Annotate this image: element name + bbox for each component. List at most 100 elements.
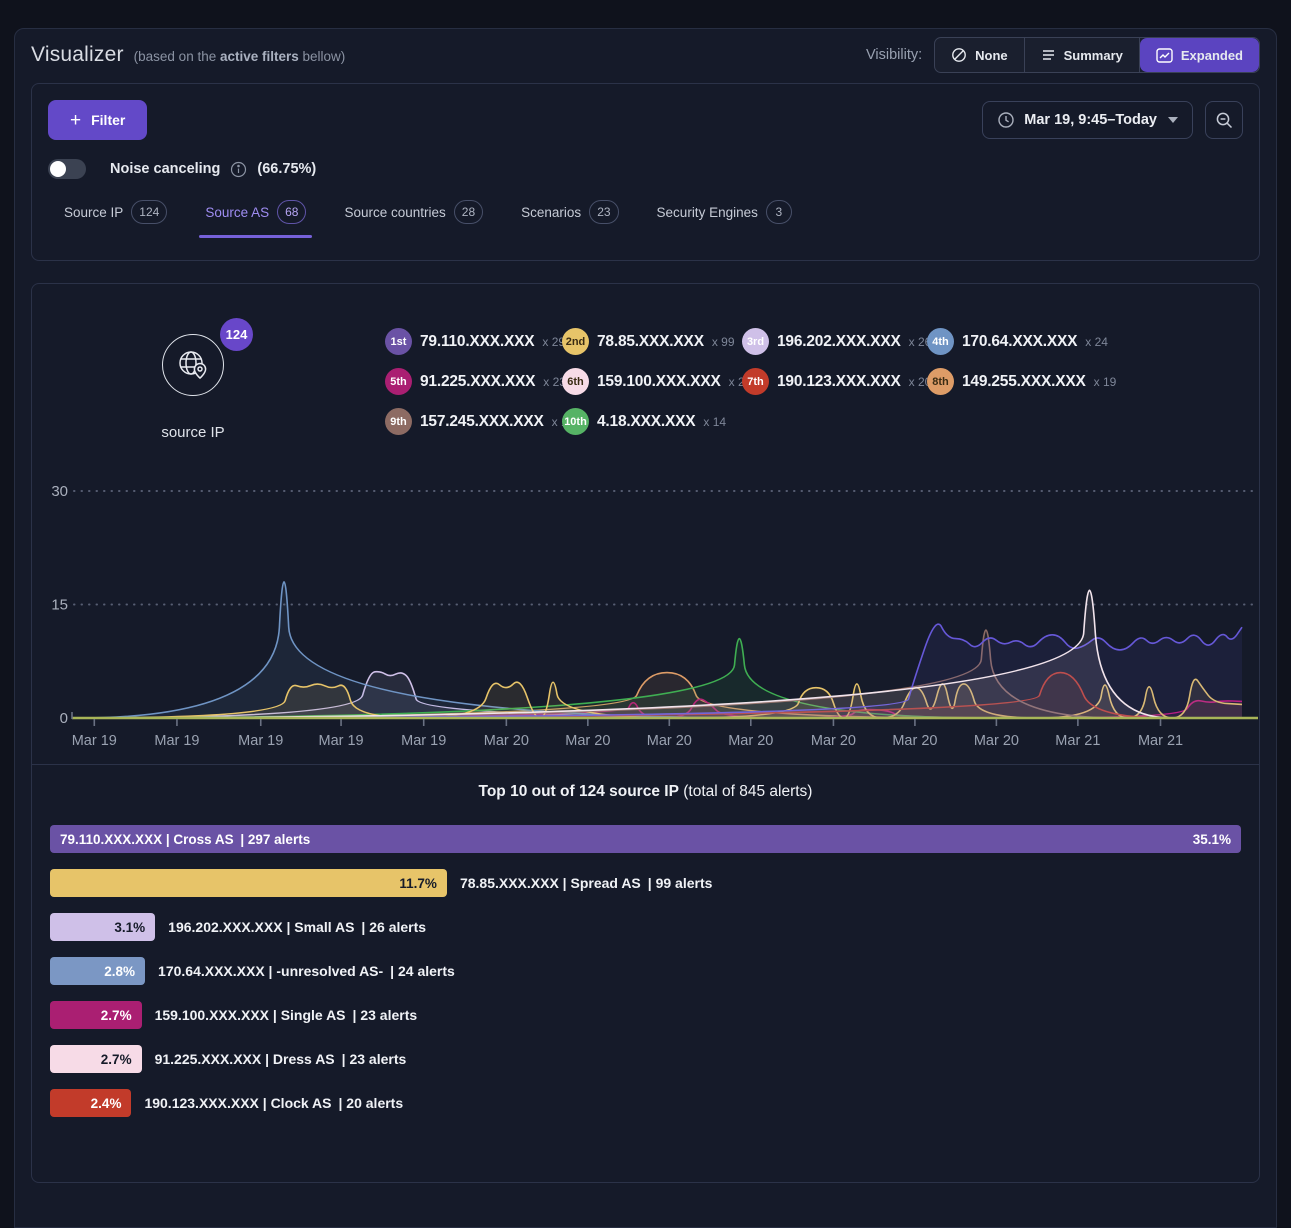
tab-label: Source countries <box>344 205 445 220</box>
bar-label: 159.100.XXX.XXX | Single AS | 23 alerts <box>155 1001 418 1029</box>
legend-chip-6th[interactable]: 6th159.100.XXX.XXXx 23 <box>562 368 742 395</box>
visibility-expanded-button[interactable]: Expanded <box>1140 38 1259 72</box>
top10-bar[interactable]: 2.4% <box>50 1089 131 1117</box>
filter-button-label: Filter <box>91 112 125 128</box>
add-filter-button[interactable]: + Filter <box>48 100 147 140</box>
tab-security-engines[interactable]: Security Engines3 <box>653 198 796 238</box>
legend-count: x 99 <box>712 335 735 349</box>
info-icon[interactable] <box>230 161 247 178</box>
bar-percent: 11.7% <box>399 876 437 891</box>
legend-ip: 149.255.XXX.XXX <box>962 373 1086 391</box>
visibility-option-label: None <box>975 48 1008 63</box>
clock-icon <box>997 111 1015 129</box>
tab-label: Security Engines <box>657 205 758 220</box>
tab-source-ip[interactable]: Source IP 124 <box>60 198 171 238</box>
legend-chip-5th[interactable]: 5th91.225.XXX.XXXx 23 <box>385 368 562 395</box>
top10-bar[interactable]: 2.8% <box>50 957 145 985</box>
top10-row: 79.110.XXX.XXX | Cross AS | 297 alerts35… <box>50 825 1241 853</box>
toggle-knob <box>50 161 66 177</box>
x-tick-label: Mar 19 <box>72 733 117 749</box>
date-range-picker[interactable]: Mar 19, 9:45–Today <box>982 101 1193 139</box>
zoom-out-search-button[interactable] <box>1205 101 1243 139</box>
x-tick-label: Mar 20 <box>565 733 610 749</box>
legend-ip: 91.225.XXX.XXX <box>420 373 535 391</box>
rank-badge: 4th <box>927 328 954 355</box>
rank-badge: 3rd <box>742 328 769 355</box>
legend-chip-8th[interactable]: 8th 149.255.XXX.XXX x 19 <box>927 368 1116 395</box>
card-header: Visualizer (based on the active filters … <box>31 29 1260 81</box>
entity-label: source IP <box>161 424 224 441</box>
legend-ip: 78.85.XXX.XXX <box>597 333 704 351</box>
top10-bar[interactable]: 2.7% <box>50 1045 142 1073</box>
bar-label: 190.123.XXX.XXX | Clock AS | 20 alerts <box>144 1089 403 1117</box>
top10-bar[interactable]: 79.110.XXX.XXX | Cross AS | 297 alerts35… <box>50 825 1241 853</box>
subtitle-prefix: (based on the <box>134 49 220 64</box>
tab-label: Scenarios <box>521 205 581 220</box>
date-range-value: Mar 19, 9:45–Today <box>1024 112 1157 128</box>
legend-ip: 157.245.XXX.XXX <box>420 413 544 431</box>
magnifier-minus-icon <box>1215 111 1234 130</box>
legend-chip-10th[interactable]: 10th4.18.XXX.XXXx 14 <box>562 408 742 435</box>
legend-chip-4th[interactable]: 4th170.64.XXX.XXXx 24 <box>927 328 1116 355</box>
legend-ip: 79.110.XXX.XXX <box>420 333 534 351</box>
visibility-option-label: Expanded <box>1181 48 1243 63</box>
x-tick-label: Mar 20 <box>892 733 937 749</box>
tab-count-badge: 124 <box>131 200 167 224</box>
legend-chip-9th[interactable]: 9th157.245.XXX.XXXx 16 <box>385 408 562 435</box>
x-tick-label: Mar 20 <box>484 733 529 749</box>
top10-bars: 79.110.XXX.XXX | Cross AS | 297 alerts35… <box>50 825 1241 1117</box>
bar-percent: 2.4% <box>91 1096 122 1111</box>
x-tick-label: Mar 20 <box>974 733 1019 749</box>
y-tick-label: 30 <box>51 483 68 500</box>
y-tick-label: 0 <box>60 710 68 727</box>
visibility-none-button[interactable]: None <box>935 38 1025 72</box>
legend-chip-2nd[interactable]: 2nd 78.85.XXX.XXX x 99 <box>562 328 742 355</box>
page-subtitle: (based on the active filters bellow) <box>134 49 346 64</box>
top10-bar[interactable]: 11.7% <box>50 869 447 897</box>
plus-icon: + <box>70 111 81 130</box>
tab-scenarios[interactable]: Scenarios23 <box>517 198 622 238</box>
legend-ip: 190.123.XXX.XXX <box>777 373 901 391</box>
tab-source-as[interactable]: Source AS68 <box>201 198 310 238</box>
rank-badge: 8th <box>927 368 954 395</box>
x-tick-label: Mar 19 <box>154 733 199 749</box>
line-chart-icon <box>1156 48 1173 63</box>
visibility-option-label: Summary <box>1064 48 1123 63</box>
x-tick-label: Mar 21 <box>1138 733 1183 749</box>
filter-panel: + Filter Mar 19, 9:45–Today <box>31 83 1260 261</box>
rank-badge: 2nd <box>562 328 589 355</box>
legend-chip-7th[interactable]: 7th190.123.XXX.XXXx 20 <box>742 368 927 395</box>
slash-circle-icon <box>951 47 967 63</box>
rank-badge: 5th <box>385 368 412 395</box>
legend-count: x 14 <box>703 415 726 429</box>
top10-title-rest: (total of 845 alerts) <box>679 783 813 800</box>
bar-percent: 2.7% <box>101 1008 132 1023</box>
visualizer-card: Visualizer (based on the active filters … <box>14 28 1277 1228</box>
x-tick-label: Mar 19 <box>318 733 363 749</box>
legend-ip: 170.64.XXX.XXX <box>962 333 1077 351</box>
legend-chip-3rd[interactable]: 3rd196.202.XXX.XXXx 26 <box>742 328 927 355</box>
top10-bar[interactable]: 2.7% <box>50 1001 142 1029</box>
x-tick-label: Mar 19 <box>401 733 446 749</box>
bar-percent: 2.7% <box>101 1052 132 1067</box>
noise-canceling-toggle[interactable] <box>48 159 86 179</box>
bar-label: 78.85.XXX.XXX | Spread AS | 99 alerts <box>460 869 712 897</box>
visibility-label: Visibility: <box>866 47 922 63</box>
chevron-down-icon <box>1168 117 1178 123</box>
top10-row: 3.1%196.202.XXX.XXX | Small AS | 26 aler… <box>50 913 1241 941</box>
legend-count: x 19 <box>1094 375 1117 389</box>
bar-percent: 35.1% <box>1193 832 1231 847</box>
visibility-summary-button[interactable]: Summary <box>1025 38 1140 72</box>
legend-ip: 4.18.XXX.XXX <box>597 413 695 431</box>
page-title: Visualizer <box>31 43 124 67</box>
tab-source-countries[interactable]: Source countries28 <box>340 198 487 238</box>
tab-label: Source AS <box>205 205 269 220</box>
top10-row: 2.7%91.225.XXX.XXX | Dress AS | 23 alert… <box>50 1045 1241 1073</box>
rank-badge: 9th <box>385 408 412 435</box>
noise-canceling-label: Noise canceling <box>110 161 220 177</box>
tab-label: Source IP <box>64 205 123 220</box>
legend-chip-1st[interactable]: 1st79.110.XXX.XXXx 297 <box>385 328 562 355</box>
legend-ip: 196.202.XXX.XXX <box>777 333 901 351</box>
top10-title-bold: Top 10 out of 124 source IP <box>479 783 679 800</box>
top10-bar[interactable]: 3.1% <box>50 913 155 941</box>
